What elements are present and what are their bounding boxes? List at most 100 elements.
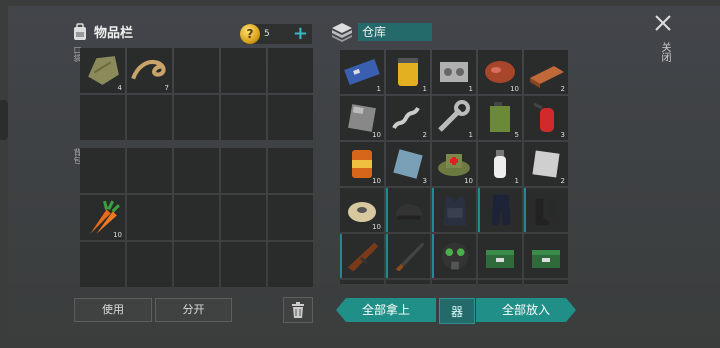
- currency-display: ? 5 +: [240, 24, 312, 44]
- item-slot[interactable]: 10: [80, 195, 125, 240]
- item-slot[interactable]: 7: [127, 48, 172, 93]
- item-quantity: 1: [514, 177, 519, 185]
- empty-slot[interactable]: [268, 242, 313, 287]
- item-slot[interactable]: 1: [432, 50, 476, 94]
- put-all-button[interactable]: 全部放入: [476, 298, 576, 322]
- empty-slot[interactable]: [127, 95, 172, 140]
- item-slot[interactable]: 2: [524, 50, 568, 94]
- empty-slot[interactable]: [268, 95, 313, 140]
- item-slot[interactable]: 4: [80, 48, 125, 93]
- empty-slot[interactable]: [340, 280, 384, 284]
- item-quantity: 1: [422, 85, 427, 93]
- item-slot[interactable]: 3: [386, 142, 430, 186]
- item-slot[interactable]: 1: [386, 50, 430, 94]
- empty-slot[interactable]: [80, 148, 125, 193]
- item-slot[interactable]: 2: [386, 96, 430, 140]
- item-slot[interactable]: [432, 188, 476, 232]
- item-quantity: 10: [372, 177, 381, 185]
- boots-icon: [535, 198, 563, 226]
- empty-slot[interactable]: [80, 242, 125, 287]
- item-quantity: 3: [560, 131, 565, 139]
- empty-slot[interactable]: [127, 148, 172, 193]
- item-slot[interactable]: 1: [478, 142, 522, 186]
- item-quantity: 1: [376, 85, 381, 93]
- backpack-icon: [74, 22, 86, 40]
- item-quantity: 1: [468, 131, 473, 139]
- split-button[interactable]: 分开: [155, 298, 232, 322]
- tactical-vest-icon: [443, 196, 467, 226]
- storage-grid: 1 1 1 10 2 10 2 1 5 3 10 3 10 1 2 10: [340, 50, 572, 284]
- item-slot[interactable]: 5: [478, 96, 522, 140]
- item-slot[interactable]: 10: [340, 188, 384, 232]
- item-slot[interactable]: 1: [432, 96, 476, 140]
- empty-slot[interactable]: [174, 48, 219, 93]
- item-slot[interactable]: 10: [478, 50, 522, 94]
- close-label[interactable]: 关闭: [657, 42, 672, 62]
- empty-slot[interactable]: [221, 48, 266, 93]
- empty-slot[interactable]: [386, 280, 430, 284]
- item-slot[interactable]: 2: [524, 142, 568, 186]
- item-quantity: 5: [514, 131, 519, 139]
- ammo-box-icon: [486, 250, 514, 268]
- item-quantity: 1: [468, 85, 473, 93]
- item-slot[interactable]: [524, 188, 568, 232]
- empty-slot[interactable]: [80, 95, 125, 140]
- coin-count: 5: [264, 29, 270, 39]
- backpack-grid: 10: [80, 148, 313, 287]
- item-slot[interactable]: [432, 234, 476, 278]
- item-quantity: 4: [117, 84, 122, 92]
- storage-header: 仓库: [330, 22, 432, 42]
- empty-slot[interactable]: [221, 148, 266, 193]
- ammo-box-icon: [532, 250, 560, 268]
- item-slot[interactable]: [340, 234, 384, 278]
- empty-slot[interactable]: [127, 242, 172, 287]
- item-slot[interactable]: 10: [340, 96, 384, 140]
- storage-title: 仓库: [358, 23, 432, 41]
- item-slot[interactable]: 10: [432, 142, 476, 186]
- empty-slot[interactable]: [478, 280, 522, 284]
- item-quantity: 2: [560, 177, 565, 185]
- add-coins-button[interactable]: +: [293, 25, 308, 43]
- inventory-title: 物品栏: [72, 22, 133, 41]
- close-icon[interactable]: [654, 14, 672, 32]
- sort-button[interactable]: 器: [439, 298, 475, 324]
- trash-icon: [292, 302, 304, 318]
- use-button[interactable]: 使用: [74, 298, 152, 322]
- coin-icon: ?: [240, 24, 260, 44]
- item-quantity: 10: [510, 85, 519, 93]
- side-tab[interactable]: [0, 100, 8, 140]
- item-quantity: 3: [422, 177, 427, 185]
- empty-slot[interactable]: [174, 195, 219, 240]
- empty-slot[interactable]: [268, 195, 313, 240]
- sort-label: 器: [450, 304, 463, 319]
- item-quantity: 2: [422, 131, 427, 139]
- helmet-icon: [395, 204, 423, 220]
- empty-slot[interactable]: [174, 242, 219, 287]
- item-slot[interactable]: 1: [340, 50, 384, 94]
- empty-slot[interactable]: [174, 148, 219, 193]
- item-slot[interactable]: 3: [524, 96, 568, 140]
- item-quantity: 10: [372, 223, 381, 231]
- empty-slot[interactable]: [221, 195, 266, 240]
- take-all-button[interactable]: 全部拿上: [336, 298, 436, 322]
- empty-slot[interactable]: [174, 95, 219, 140]
- empty-slot[interactable]: [221, 242, 266, 287]
- item-slot[interactable]: [386, 188, 430, 232]
- item-slot[interactable]: [386, 234, 430, 278]
- item-quantity: 7: [164, 84, 169, 92]
- empty-slot[interactable]: [268, 48, 313, 93]
- storage-crate-icon: [332, 23, 352, 42]
- empty-slot[interactable]: [268, 148, 313, 193]
- shotgun-icon: [395, 242, 425, 272]
- item-quantity: 10: [372, 131, 381, 139]
- item-slot[interactable]: [478, 188, 522, 232]
- item-slot[interactable]: [524, 234, 568, 278]
- assault-rifle-icon: [347, 242, 379, 272]
- discard-button[interactable]: [283, 297, 313, 323]
- empty-slot[interactable]: [127, 195, 172, 240]
- item-slot[interactable]: [478, 234, 522, 278]
- empty-slot[interactable]: [524, 280, 568, 284]
- item-slot[interactable]: 10: [340, 142, 384, 186]
- empty-slot[interactable]: [432, 280, 476, 284]
- empty-slot[interactable]: [221, 95, 266, 140]
